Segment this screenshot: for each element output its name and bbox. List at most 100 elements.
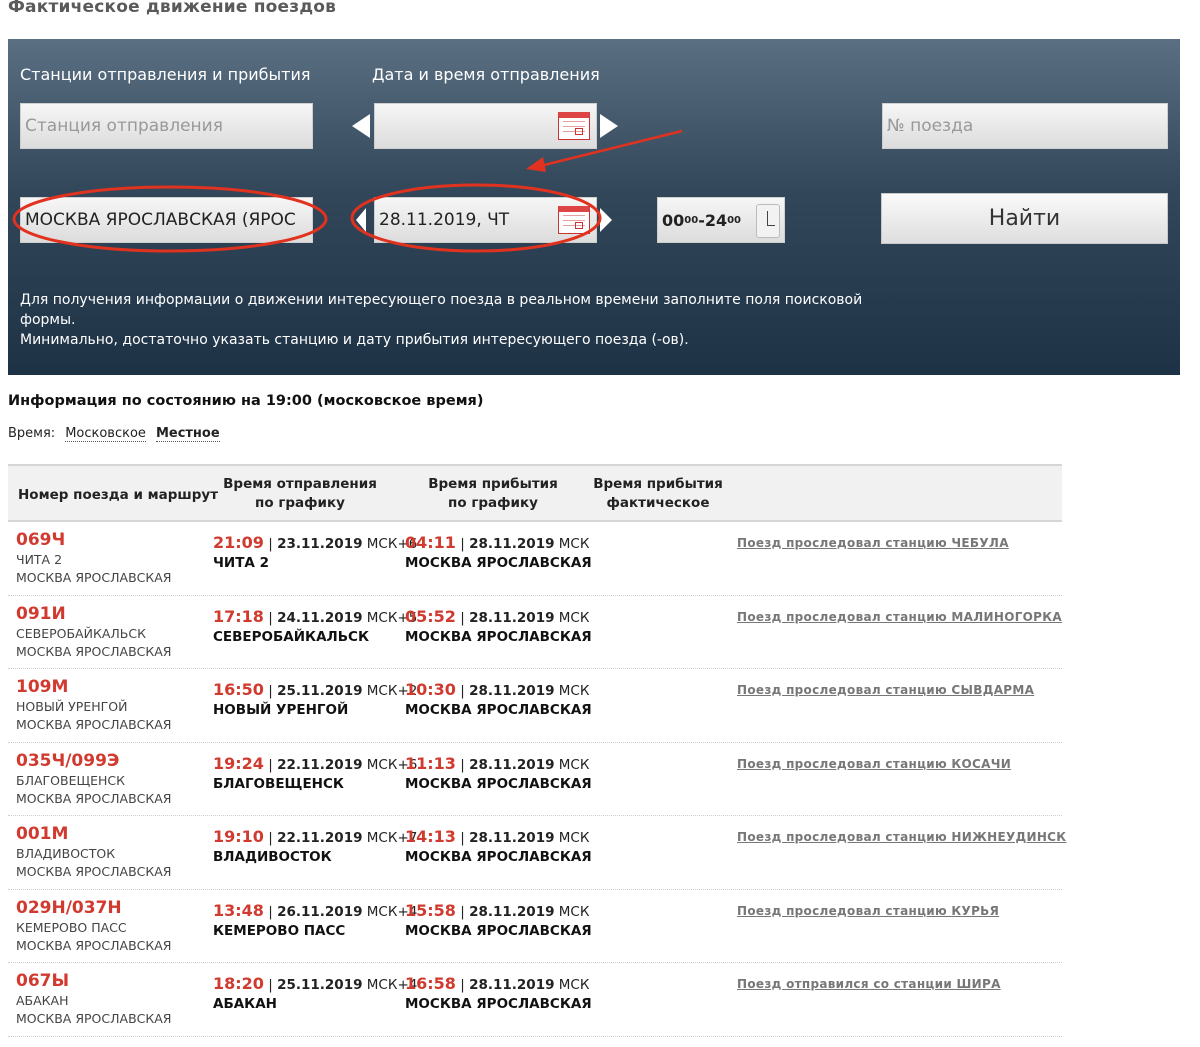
table-row: 069Ч ЧИТА 2 МОСКВА ЯРОСЛАВСКАЯ 21:09 | 2… <box>8 522 1062 596</box>
table-row: 035Ч/099Э БЛАГОВЕЩЕНСК МОСКВА ЯРОСЛАВСКА… <box>8 743 1062 816</box>
page-title: Фактическое движение поездов <box>8 0 337 17</box>
route-destination: МОСКВА ЯРОСЛАВСКАЯ <box>16 1011 172 1026</box>
time-mode-moscow[interactable]: Московское <box>65 426 146 442</box>
departure-station-input[interactable]: Станция отправления <box>20 103 313 149</box>
arrival-timezone: МСК <box>558 536 590 552</box>
next-date-arrow-icon[interactable] <box>600 208 612 232</box>
departure-schedule: 21:09 | 23.11.2019 МСК+6 <box>213 533 418 552</box>
time-range-input[interactable]: 00 00-24 00 <box>657 197 785 243</box>
arrival-schedule: 10:30 | 28.11.2019 МСК <box>405 680 590 699</box>
train-number[interactable]: 091И <box>16 604 66 624</box>
instruction-line-1: Для получения информации о движении инте… <box>20 292 863 328</box>
arrival-station: МОСКВА ЯРОСЛАВСКАЯ <box>405 555 592 571</box>
time-from: 00 <box>662 210 685 230</box>
train-status-link[interactable]: Поезд проследовал станцию НИЖНЕУДИНСК <box>737 830 1066 844</box>
departure-date: 25.11.2019 <box>277 977 363 993</box>
date-input[interactable]: 28.11.2019, ЧТ <box>374 197 597 243</box>
departure-station: ВЛАДИВОСТОК <box>213 849 332 865</box>
route-destination: МОСКВА ЯРОСЛАВСКАЯ <box>16 570 172 585</box>
departure-schedule: 17:18 | 24.11.2019 МСК+5 <box>213 606 418 626</box>
train-number[interactable]: 029Н/037Н <box>16 898 122 918</box>
calendar-icon[interactable] <box>558 206 590 234</box>
departure-station-placeholder: Станция отправления <box>25 116 223 136</box>
header-arrival-line2: по графику <box>448 495 538 511</box>
train-number[interactable]: 067Ы <box>16 971 69 991</box>
header-departure: Время отправления по графику <box>208 475 392 513</box>
departure-schedule: 19:24 | 22.11.2019 МСК+6 <box>213 753 418 773</box>
route-destination: МОСКВА ЯРОСЛАВСКАЯ <box>16 864 172 879</box>
route-origin: АБАКАН <box>16 993 69 1008</box>
arrival-schedule: 15:58 | 28.11.2019 МСК <box>405 900 590 920</box>
clock-icon[interactable] <box>756 204 780 238</box>
departure-time: 19:24 <box>213 753 264 773</box>
departure-station: НОВЫЙ УРЕНГОЙ <box>213 702 349 718</box>
prev-date-arrow-icon[interactable] <box>352 114 370 138</box>
arrival-date: 28.11.2019 <box>469 830 555 846</box>
train-status-link[interactable]: Поезд проследовал станцию КУРЬЯ <box>737 904 999 918</box>
arrival-date: 28.11.2019 <box>469 609 555 626</box>
departure-station: БЛАГОВЕЩЕНСК <box>213 775 344 792</box>
train-number-placeholder: № поезда <box>887 116 974 136</box>
arrival-time: 15:58 <box>405 900 456 920</box>
train-status-link[interactable]: Поезд отправился со станции ШИРА <box>737 977 1001 991</box>
arrival-timezone: МСК <box>558 756 590 773</box>
train-number[interactable]: 001М <box>16 824 68 844</box>
header-arrival: Время прибытия по графику <box>406 475 580 513</box>
table-header: Номер поезда и маршрут Время отправления… <box>8 464 1062 522</box>
arrival-date: 28.11.2019 <box>469 683 555 699</box>
arrival-station: МОСКВА ЯРОСЛАВСКАЯ <box>405 702 592 718</box>
train-number[interactable]: 069Ч <box>16 530 65 550</box>
route-origin: СЕВЕРОБАЙКАЛЬСК <box>16 625 146 641</box>
departure-time: 13:48 <box>213 900 264 920</box>
arrival-schedule: 11:13 | 28.11.2019 МСК <box>405 753 590 773</box>
arrival-time: 05:52 <box>405 606 456 626</box>
arrival-station: МОСКВА ЯРОСЛАВСКАЯ <box>405 996 592 1012</box>
arrival-timezone: МСК <box>558 683 590 699</box>
departure-time: 18:20 <box>213 974 264 993</box>
info-status: Информация по состоянию на 19:00 (москов… <box>8 393 484 409</box>
header-route: Номер поезда и маршрут <box>18 487 219 503</box>
arrival-station: МОСКВА ЯРОСЛАВСКАЯ <box>405 775 592 792</box>
arrival-station: МОСКВА ЯРОСЛАВСКАЯ <box>405 628 592 645</box>
arrival-date: 28.11.2019 <box>469 756 555 773</box>
departure-schedule: 16:50 | 25.11.2019 МСК+2 <box>213 680 418 699</box>
departure-date: 23.11.2019 <box>277 536 363 552</box>
train-status-link[interactable]: Поезд проследовал станцию ЧЕБУЛА <box>737 536 1009 550</box>
arrival-timezone: МСК <box>558 830 590 846</box>
train-number[interactable]: 109М <box>16 677 68 697</box>
departure-date-input-empty[interactable] <box>374 103 597 149</box>
station-input[interactable]: МОСКВА ЯРОСЛАВСКАЯ (ЯРОС <box>20 197 313 243</box>
route-origin: ВЛАДИВОСТОК <box>16 846 116 861</box>
arrival-timezone: МСК <box>558 609 590 626</box>
arrival-date: 28.11.2019 <box>469 536 555 552</box>
arrival-time: 10:30 <box>405 680 456 699</box>
arrival-timezone: МСК <box>558 903 590 920</box>
station-value: МОСКВА ЯРОСЛАВСКАЯ (ЯРОС <box>25 210 296 230</box>
search-instructions: Для получения информации о движении инте… <box>20 290 900 350</box>
header-actual-line1: Время прибытия <box>593 476 723 492</box>
train-status-link[interactable]: Поезд проследовал станцию СЫВДАРМА <box>737 683 1034 697</box>
route-origin: БЛАГОВЕЩЕНСК <box>16 772 126 788</box>
find-button[interactable]: Найти <box>881 193 1168 244</box>
departure-date: 24.11.2019 <box>277 609 363 626</box>
train-status-link[interactable]: Поезд проследовал станцию КОСАЧИ <box>737 757 1011 771</box>
prev-date-arrow-icon[interactable] <box>356 208 366 232</box>
header-departure-line2: по графику <box>255 495 345 511</box>
train-number[interactable]: 035Ч/099Э <box>16 751 119 771</box>
arrival-station: МОСКВА ЯРОСЛАВСКАЯ <box>405 922 592 939</box>
arrival-station: МОСКВА ЯРОСЛАВСКАЯ <box>405 849 592 865</box>
calendar-icon[interactable] <box>558 112 590 140</box>
train-number-input[interactable]: № поезда <box>882 103 1168 149</box>
stations-label: Станции отправления и прибытия <box>20 65 311 84</box>
route-origin: КЕМЕРОВО ПАСС <box>16 919 127 935</box>
departure-schedule: 19:10 | 22.11.2019 МСК+7 <box>213 827 418 846</box>
instruction-line-2: Минимально, достаточно указать станцию и… <box>20 332 689 348</box>
route-origin: НОВЫЙ УРЕНГОЙ <box>16 699 128 714</box>
next-date-arrow-icon[interactable] <box>600 114 618 138</box>
train-status-link[interactable]: Поезд проследовал станцию МАЛИНОГОРКА <box>737 610 1062 624</box>
search-panel: Станции отправления и прибытия Дата и вр… <box>8 39 1180 375</box>
header-arrival-line1: Время прибытия <box>428 476 558 492</box>
departure-time: 17:18 <box>213 606 264 626</box>
trains-table: Номер поезда и маршрут Время отправления… <box>8 464 1066 1037</box>
time-mode-local[interactable]: Местное <box>155 426 220 442</box>
